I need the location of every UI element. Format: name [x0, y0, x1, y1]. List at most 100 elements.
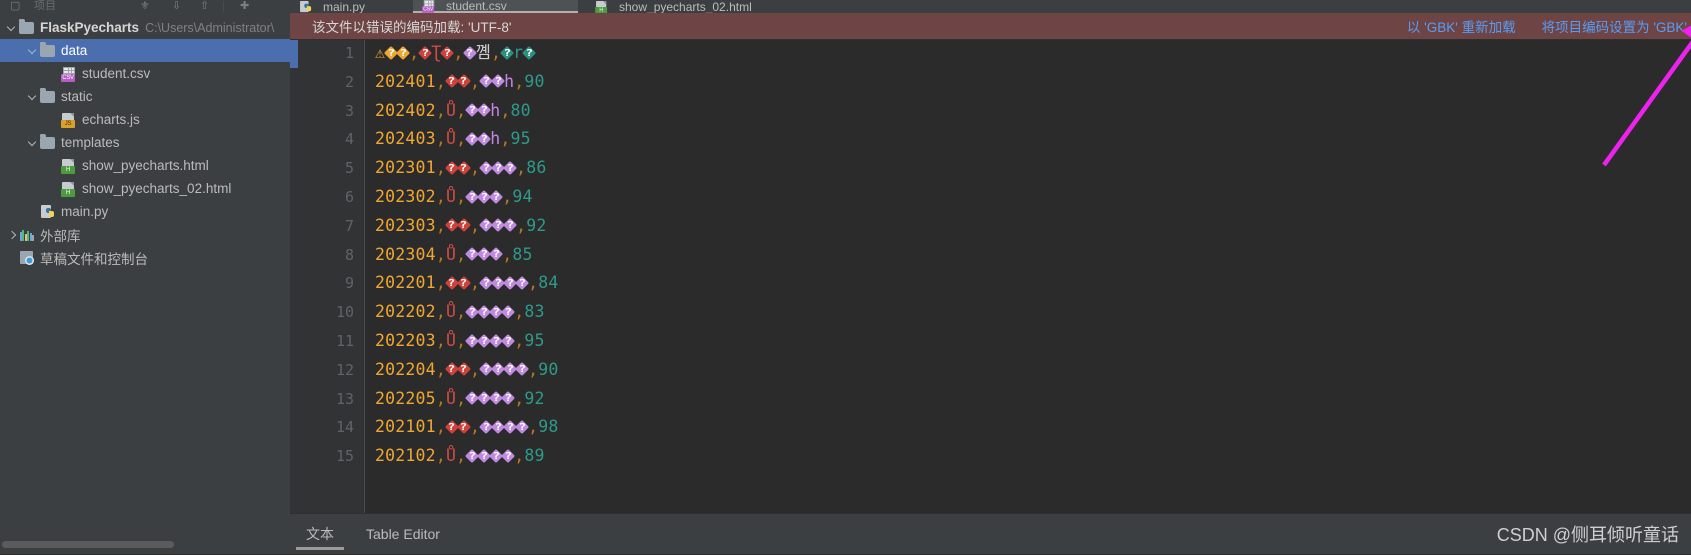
- line-number: 12: [335, 360, 354, 379]
- sidebar-item-static[interactable]: static: [0, 85, 290, 108]
- sidebar-item-[interactable]: 外部库: [0, 223, 290, 246]
- html-file-icon: H: [61, 181, 77, 197]
- code-line[interactable]: 202202,Ů,,83: [375, 303, 545, 321]
- download-icon[interactable]: ⇩: [172, 0, 181, 13]
- editor-tab-main-py[interactable]: main.py: [290, 0, 405, 13]
- code-token: ,: [502, 187, 513, 206]
- toolbar-divider: |: [222, 0, 225, 12]
- replacement-character-glyph: [491, 393, 502, 406]
- code-token: 202304: [375, 244, 436, 264]
- code-line[interactable]: 202201,,,84: [375, 274, 559, 292]
- code-token: 95: [510, 129, 531, 149]
- chevron-down-icon[interactable]: [27, 90, 40, 103]
- code-line[interactable]: 202204,,,90: [375, 359, 559, 379]
- line-number: 11: [335, 332, 354, 350]
- upload-icon[interactable]: ⇧: [200, 0, 209, 13]
- code-token: h: [490, 100, 501, 120]
- replacement-character-glyph: [491, 191, 502, 204]
- code-token: 202201: [375, 273, 436, 293]
- code-line[interactable]: 202205,Ů,,92: [375, 388, 545, 408]
- sidebar-item-flaskpyecharts[interactable]: FlaskPyecharts C:\Users\Administrator\: [0, 16, 290, 39]
- tab-text[interactable]: 文本: [290, 514, 350, 555]
- sidebar-item-show-pyecharts-02-html[interactable]: Hshow_pyecharts_02.html: [0, 177, 290, 200]
- replacement-character-glyph: [479, 450, 490, 463]
- tab-table-editor[interactable]: Table Editor: [350, 514, 456, 555]
- chevron-down-icon[interactable]: [6, 21, 19, 34]
- replacement-character-glyph: [481, 162, 492, 175]
- sidebar-item-label: templates: [61, 135, 120, 150]
- code-line[interactable]: ⚠,Ʈ,꼠,r: [375, 44, 535, 62]
- set-project-encoding-gbk-link[interactable]: 将项目编码设置为 'GBK': [1542, 16, 1687, 36]
- banner-actions: 以 'GBK' 重新加载 将项目编码设置为 'GBK': [1407, 16, 1691, 36]
- code-token: ,: [500, 129, 511, 149]
- chevron-down-icon[interactable]: [27, 136, 40, 149]
- code-line[interactable]: 202402,Ů,h,80: [375, 100, 531, 120]
- code-token: 202102: [375, 446, 436, 466]
- sidebar-item-label: show_pyecharts_02.html: [82, 181, 232, 196]
- replacement-character-glyph: [491, 249, 502, 262]
- code-token: 92: [524, 388, 545, 408]
- code-line[interactable]: 202403,Ů,h,95: [375, 130, 531, 148]
- code-token: ,: [516, 158, 527, 178]
- folder-icon: [40, 134, 56, 151]
- code-line[interactable]: 202304,Ů,,85: [375, 244, 533, 264]
- code-line[interactable]: 202303,,,92: [375, 216, 547, 235]
- editor-tab-show-pyecharts-02-html[interactable]: Hshow_pyecharts_02.html: [586, 0, 821, 13]
- code-token: ,: [514, 446, 525, 466]
- toolbar-project-label: 项目: [34, 0, 56, 12]
- code-token: Ů: [445, 100, 457, 120]
- code-line[interactable]: 202102,Ů,,89: [375, 447, 545, 465]
- code-token: 202204: [375, 359, 436, 379]
- sidebar-item-data[interactable]: data: [0, 39, 290, 62]
- line-number: 6: [344, 188, 354, 206]
- window-icon[interactable]: ▢: [10, 0, 20, 13]
- sidebar-item-label: echarts.js: [82, 112, 140, 127]
- watermark: CSDN @侧耳倾听童话: [1496, 525, 1679, 545]
- code-token: 83: [524, 302, 545, 322]
- html-file-icon: H: [595, 0, 609, 13]
- editor-tab-label: main.py: [323, 0, 366, 13]
- replacement-character-glyph: [420, 47, 431, 60]
- line-number: 5: [344, 159, 354, 178]
- sidebar-item-student-csv[interactable]: CSV student.csv: [0, 62, 290, 85]
- sidebar-item-show-pyecharts-html[interactable]: Hshow_pyecharts.html: [0, 154, 290, 177]
- code-token: ,: [435, 302, 446, 322]
- chevron-down-icon[interactable]: [27, 44, 40, 57]
- html-file-icon: H: [61, 158, 77, 174]
- code-view[interactable]: 123456789101112131415 ⚠,Ʈ,꼠,r202401,,h,9…: [290, 40, 1691, 513]
- add-icon[interactable]: ✚: [240, 0, 249, 13]
- sidebar-item-[interactable]: 草稿文件和控制台: [0, 246, 290, 269]
- code-line[interactable]: 202401,,h,90: [375, 71, 545, 91]
- code-line[interactable]: 202203,Ů,,95: [375, 332, 545, 350]
- tab-table-editor-label: Table Editor: [366, 526, 440, 542]
- replacement-character-glyph: [502, 47, 513, 60]
- chevron-right-icon[interactable]: [6, 228, 19, 241]
- sidebar-item-templates[interactable]: templates: [0, 131, 290, 154]
- replacement-character-glyph: [493, 162, 504, 175]
- code-token: ,: [528, 417, 539, 437]
- replacement-character-glyph: [467, 133, 478, 146]
- sidebar-item-label: 草稿文件和控制台: [40, 251, 148, 267]
- code-content[interactable]: ⚠,Ʈ,꼠,r202401,,h,90202402,Ů,h,80202403,Ů…: [365, 40, 1691, 513]
- sidebar-item-label: FlaskPyecharts: [40, 20, 140, 35]
- replacement-character-glyph: [467, 249, 478, 262]
- code-token: 202301: [375, 158, 436, 178]
- code-token: Ů: [445, 129, 457, 149]
- replacement-character-glyph: [467, 306, 478, 319]
- sidebar-item-echarts-js[interactable]: JS echarts.js: [0, 108, 290, 131]
- sidebar-item-main-py[interactable]: main.py: [0, 200, 290, 223]
- code-token: ,: [514, 388, 525, 408]
- code-token: ,: [500, 100, 511, 120]
- anchor-icon[interactable]: ⚜: [140, 0, 150, 13]
- sidebar-item-label: 外部库: [40, 228, 81, 244]
- sidebar-horizontal-scrollbar[interactable]: [2, 541, 174, 548]
- code-line[interactable]: 202302,Ů,,94: [375, 188, 533, 206]
- folder-icon: [40, 88, 56, 105]
- code-line[interactable]: 202301,,,86: [375, 159, 547, 177]
- code-line[interactable]: 202101,,,98: [375, 418, 559, 436]
- reload-in-gbk-link[interactable]: 以 'GBK' 重新加载: [1407, 16, 1516, 36]
- code-token: h: [504, 71, 515, 91]
- replacement-character-glyph: [386, 47, 397, 60]
- editor-tab-student-csv[interactable]: CSV student.csv: [413, 0, 578, 13]
